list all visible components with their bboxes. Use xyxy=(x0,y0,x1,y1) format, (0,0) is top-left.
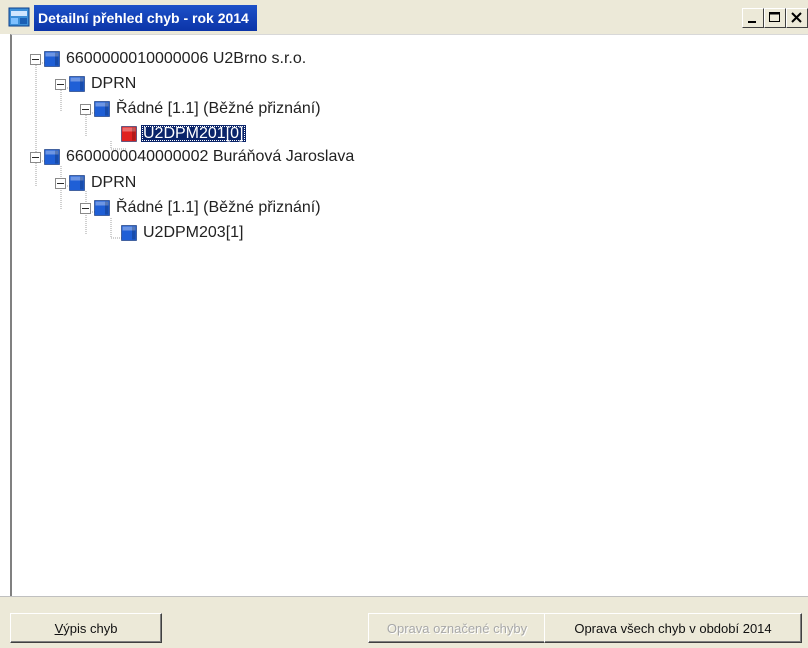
close-button[interactable] xyxy=(786,8,808,28)
title-bar[interactable]: Detailní přehled chyb - rok 2014 xyxy=(0,0,808,34)
tree-node[interactable]: Řádné [1.1] (Běžné přiznání) xyxy=(114,97,323,121)
blue-cube-icon xyxy=(94,101,110,117)
tree-node[interactable]: U2DPM203[1] xyxy=(141,221,246,245)
tree-collapse-icon[interactable] xyxy=(30,54,41,65)
tree-node-label: DPRN xyxy=(91,75,137,92)
blue-cube-icon xyxy=(69,175,85,191)
tree-node[interactable]: DPRN xyxy=(89,72,138,96)
fix-all-errors-button[interactable]: Oprava všech chyb v období 2014 xyxy=(544,613,802,643)
close-icon xyxy=(791,12,802,23)
list-errors-button-label: Výpis chyb xyxy=(54,620,118,636)
blue-cube-icon xyxy=(121,225,137,241)
button-bar: Výpis chyb Oprava označené chyby Oprava … xyxy=(0,596,808,648)
fix-marked-error-button-label: Oprava označené chyby xyxy=(386,620,528,636)
fix-marked-error-button[interactable]: Oprava označené chyby xyxy=(368,613,546,643)
fix-all-errors-button-label: Oprava všech chyb v období 2014 xyxy=(574,620,772,636)
app-icon xyxy=(8,7,30,27)
tree-collapse-icon[interactable] xyxy=(30,152,41,163)
tree-collapse-icon[interactable] xyxy=(55,178,66,189)
blue-cube-icon xyxy=(94,200,110,216)
tree-collapse-icon[interactable] xyxy=(80,203,91,214)
tree-node-label: DPRN xyxy=(91,174,137,191)
blue-cube-icon xyxy=(44,51,60,67)
blue-cube-icon xyxy=(44,149,60,165)
window-title: Detailní přehled chyb - rok 2014 xyxy=(34,5,257,31)
tree-node[interactable]: 6600000040000002 Buráňová Jaroslava xyxy=(64,145,356,169)
error-tree-view[interactable]: 6600000010000006 U2Brno s.r.o. DPRN Řádné … xyxy=(10,34,808,596)
minimize-button[interactable] xyxy=(742,8,764,28)
list-errors-button[interactable]: Výpis chyb xyxy=(10,613,162,643)
red-cube-icon xyxy=(121,126,137,142)
minimize-icon xyxy=(748,21,756,23)
tree-node-label: 6600000040000002 Buráňová Jaroslava xyxy=(66,148,355,165)
tree-node[interactable]: Řádné [1.1] (Běžné přiznání) xyxy=(114,196,323,220)
tree-collapse-icon[interactable] xyxy=(55,79,66,90)
maximize-button[interactable] xyxy=(764,8,786,28)
tree-node-label: Řádné [1.1] (Běžné přiznání) xyxy=(116,100,321,117)
blue-cube-icon xyxy=(69,76,85,92)
tree-collapse-icon[interactable] xyxy=(80,104,91,115)
tree-node[interactable]: 6600000010000006 U2Brno s.r.o. xyxy=(64,47,308,71)
maximize-icon xyxy=(769,12,780,22)
tree-node[interactable]: U2DPM201[0] xyxy=(141,122,246,146)
tree-node-label-selected: U2DPM201[0] xyxy=(141,125,246,142)
tree-node-label: U2DPM203[1] xyxy=(143,224,244,241)
tree-node-label: Řádné [1.1] (Běžné přiznání) xyxy=(116,199,321,216)
tree-node-label: 6600000010000006 U2Brno s.r.o. xyxy=(66,50,307,67)
tree-node[interactable]: DPRN xyxy=(89,171,138,195)
